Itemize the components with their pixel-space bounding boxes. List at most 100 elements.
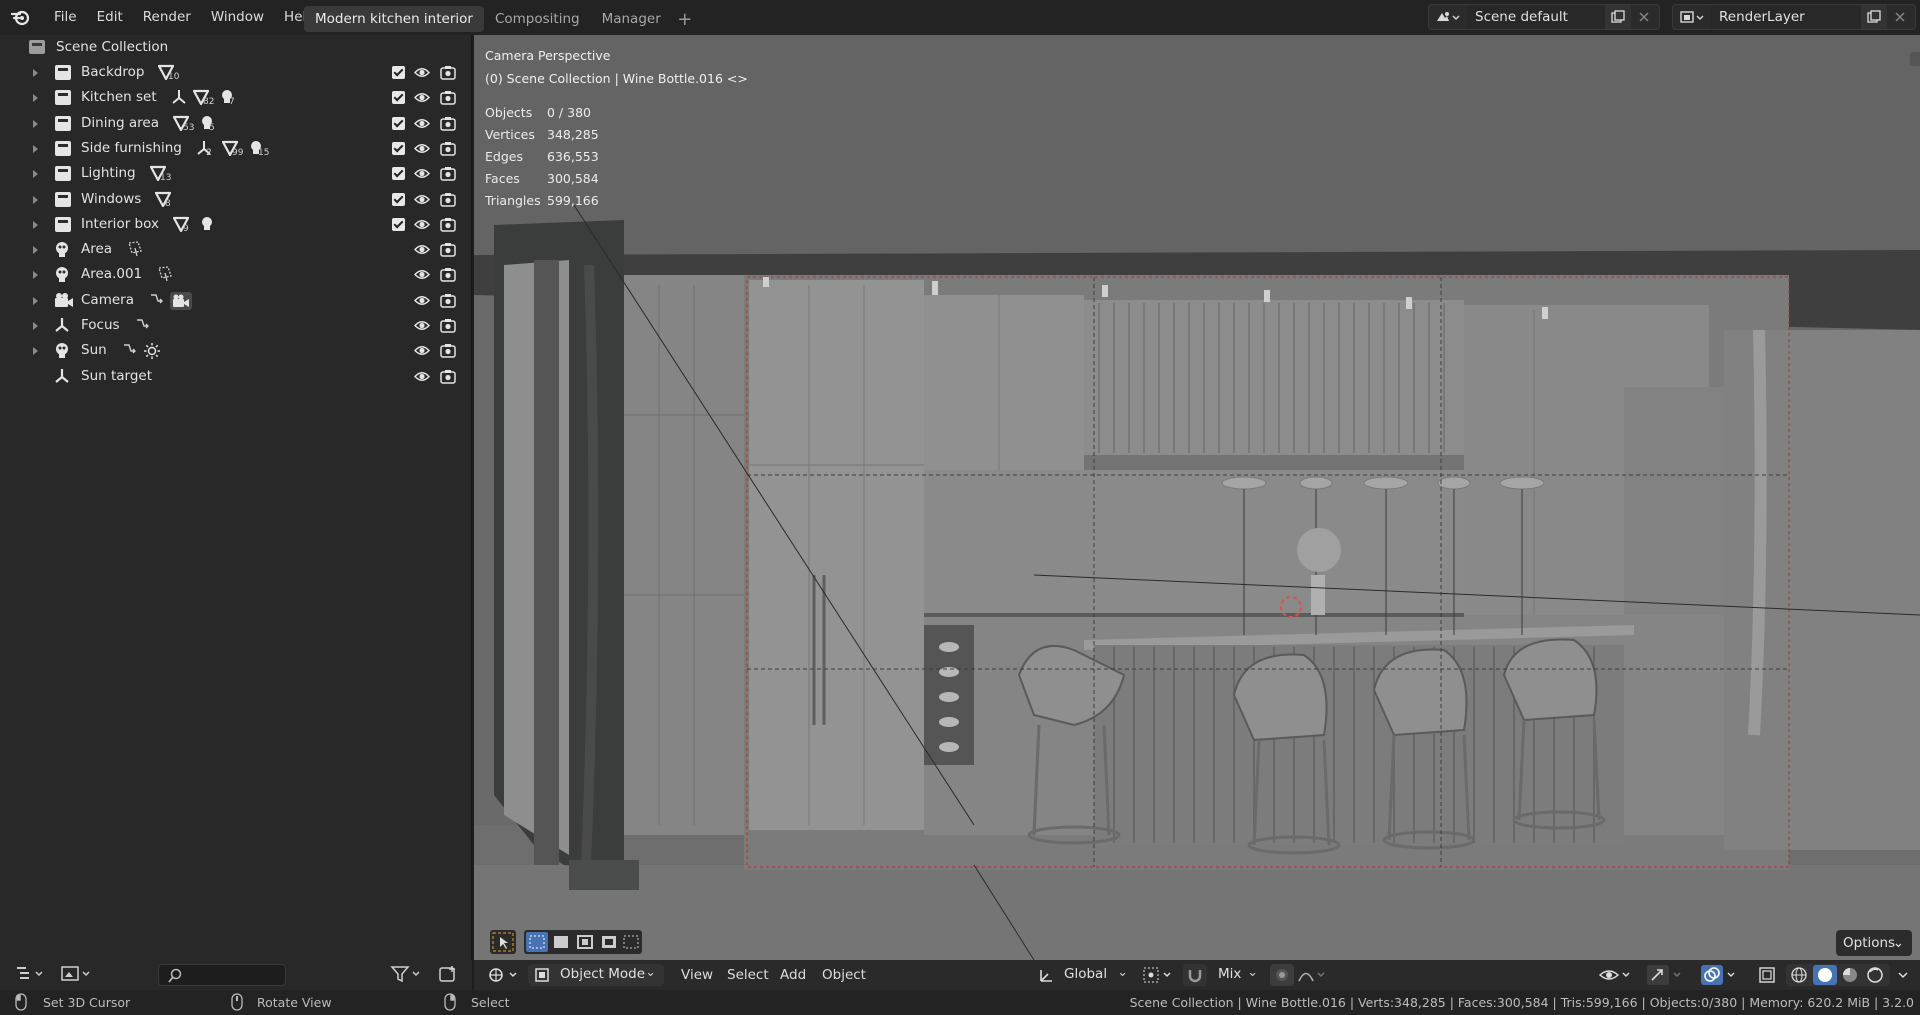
xray-toggle[interactable] bbox=[1756, 964, 1778, 986]
render-camera-icon[interactable] bbox=[440, 318, 456, 333]
exclude-checkbox[interactable] bbox=[392, 192, 405, 206]
render-camera-icon[interactable] bbox=[440, 192, 456, 207]
expand-arrow-icon[interactable] bbox=[33, 195, 38, 204]
eye-icon[interactable] bbox=[414, 193, 430, 206]
outliner-root-row[interactable]: Scene Collection bbox=[0, 35, 472, 60]
exclude-checkbox[interactable] bbox=[392, 91, 405, 105]
outliner-item-dining-area[interactable]: Dining area 53 5 bbox=[0, 111, 472, 136]
expand-arrow-icon[interactable] bbox=[33, 94, 38, 103]
area-light-data-icon[interactable] bbox=[126, 241, 144, 257]
menu-file[interactable]: File bbox=[44, 0, 87, 35]
editor-type-button[interactable] bbox=[14, 964, 48, 984]
mesh-icon[interactable]: 9 bbox=[173, 216, 189, 234]
eye-icon[interactable] bbox=[414, 294, 430, 307]
view-layer-browse-button[interactable] bbox=[1673, 5, 1711, 29]
expand-arrow-icon[interactable] bbox=[33, 271, 38, 280]
outliner-item-lighting[interactable]: Lighting 13 bbox=[0, 161, 472, 186]
viewport-editor-type-button[interactable] bbox=[486, 964, 522, 986]
header-menu-add[interactable]: Add bbox=[780, 967, 806, 983]
outliner-search-input[interactable] bbox=[158, 964, 286, 986]
mode-dropdown[interactable]: Object Mode ⌄ bbox=[528, 964, 664, 986]
outliner-item-kitchen-set[interactable]: Kitchen set 82 7 bbox=[0, 85, 472, 110]
tab-compositing[interactable]: Compositing bbox=[484, 6, 591, 32]
camera-data-icon[interactable] bbox=[170, 291, 192, 310]
expand-arrow-icon[interactable] bbox=[33, 246, 38, 255]
exclude-checkbox[interactable] bbox=[392, 141, 405, 155]
outliner-item-windows[interactable]: Windows 8 bbox=[0, 187, 472, 212]
mesh-icon[interactable]: 10 bbox=[158, 64, 179, 82]
render-camera-icon[interactable] bbox=[440, 267, 456, 283]
light-icon[interactable]: 15 bbox=[248, 140, 269, 158]
scene-browse-button[interactable] bbox=[1429, 5, 1467, 29]
view-layer-name-field[interactable]: RenderLayer bbox=[1711, 5, 1861, 29]
empty-icon[interactable]: 2 bbox=[196, 140, 212, 158]
new-collection-button[interactable] bbox=[438, 964, 460, 984]
constraint-icon[interactable] bbox=[148, 292, 166, 308]
menu-render[interactable]: Render bbox=[133, 0, 201, 35]
options-dropdown[interactable]: Options ⌄ bbox=[1836, 930, 1912, 956]
eye-icon[interactable] bbox=[414, 243, 430, 256]
constraint-icon[interactable] bbox=[134, 317, 152, 333]
gizmo-toggle[interactable] bbox=[1646, 964, 1686, 986]
eye-icon[interactable] bbox=[414, 66, 430, 79]
expand-arrow-icon[interactable] bbox=[33, 347, 38, 356]
light-icon[interactable]: 7 bbox=[219, 89, 235, 107]
render-camera-icon[interactable] bbox=[440, 141, 456, 156]
transform-orientation-dropdown[interactable]: Global ⌄ bbox=[1034, 964, 1134, 986]
snap-toggle[interactable] bbox=[1183, 964, 1207, 986]
header-menu-select[interactable]: Select bbox=[727, 967, 769, 983]
menu-window[interactable]: Window bbox=[201, 0, 274, 35]
overlay-toggle[interactable] bbox=[1700, 964, 1740, 986]
delete-scene-button[interactable] bbox=[1631, 5, 1657, 29]
outliner-item-area-001[interactable]: Area.001 bbox=[0, 262, 472, 287]
exclude-checkbox[interactable] bbox=[392, 116, 405, 130]
mesh-icon[interactable]: 8 bbox=[155, 191, 171, 209]
outliner-item-sun[interactable]: Sun bbox=[0, 338, 472, 363]
exclude-checkbox[interactable] bbox=[392, 167, 405, 181]
add-workspace-button[interactable]: + bbox=[672, 9, 698, 30]
exclude-checkbox[interactable] bbox=[392, 217, 405, 231]
expand-arrow-icon[interactable] bbox=[33, 220, 38, 229]
render-camera-icon[interactable] bbox=[440, 293, 456, 308]
filter-button[interactable] bbox=[390, 964, 424, 984]
render-camera-icon[interactable] bbox=[440, 369, 456, 384]
render-camera-icon[interactable] bbox=[440, 166, 456, 181]
delete-view-layer-button[interactable] bbox=[1887, 5, 1913, 29]
eye-icon[interactable] bbox=[414, 268, 430, 281]
select-tool-button[interactable] bbox=[490, 930, 516, 954]
tab-modern-kitchen-interior[interactable]: Modern kitchen interior bbox=[304, 6, 484, 32]
render-camera-icon[interactable] bbox=[440, 65, 456, 80]
new-scene-button[interactable] bbox=[1605, 5, 1631, 29]
empty-icon[interactable] bbox=[171, 89, 187, 105]
expand-arrow-icon[interactable] bbox=[33, 322, 38, 330]
pivot-point-button[interactable] bbox=[1140, 964, 1176, 986]
outliner-item-side-furnishing[interactable]: Side furnishing 2 99 15 bbox=[0, 136, 472, 161]
expand-arrow-icon[interactable] bbox=[33, 69, 38, 77]
menu-edit[interactable]: Edit bbox=[87, 0, 133, 35]
eye-icon[interactable] bbox=[414, 370, 430, 383]
new-view-layer-button[interactable] bbox=[1861, 5, 1887, 29]
header-menu-view[interactable]: View bbox=[681, 967, 713, 983]
outliner-item-camera[interactable]: Camera bbox=[0, 288, 472, 313]
eye-icon[interactable] bbox=[414, 319, 430, 332]
render-camera-icon[interactable] bbox=[440, 242, 456, 257]
expand-arrow-icon[interactable] bbox=[33, 170, 38, 179]
shading-options-button[interactable] bbox=[1893, 964, 1913, 986]
sun-data-icon[interactable] bbox=[143, 342, 161, 360]
area-light-data-icon[interactable] bbox=[156, 266, 174, 282]
light-icon[interactable]: 5 bbox=[199, 115, 215, 133]
render-camera-icon[interactable] bbox=[440, 90, 456, 106]
outliner-item-focus[interactable]: Focus bbox=[0, 313, 472, 338]
exclude-checkbox[interactable] bbox=[392, 66, 405, 79]
falloff-button[interactable] bbox=[1296, 964, 1330, 986]
expand-arrow-icon[interactable] bbox=[33, 296, 38, 305]
constraint-icon[interactable] bbox=[121, 342, 139, 358]
visibility-dropdown[interactable] bbox=[1598, 964, 1634, 986]
tab-manager[interactable]: Manager bbox=[591, 6, 672, 32]
render-camera-icon[interactable] bbox=[440, 116, 456, 131]
viewport-sidebar-toggle[interactable] bbox=[1910, 52, 1920, 66]
outliner-item-sun-target[interactable]: Sun target bbox=[0, 364, 472, 389]
light-icon[interactable] bbox=[199, 216, 215, 232]
header-menu-object[interactable]: Object bbox=[822, 967, 866, 983]
outliner-item-interior-box[interactable]: Interior box 9 bbox=[0, 212, 472, 237]
